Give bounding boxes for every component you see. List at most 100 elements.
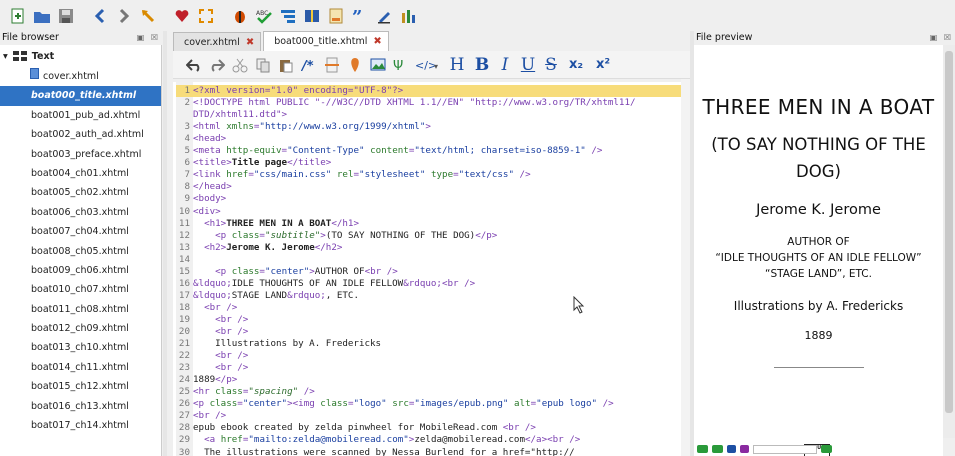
file-item[interactable]: cover.xhtml	[0, 67, 161, 86]
code-line[interactable]: 25 <hr class="spacing" />	[176, 386, 681, 398]
file-item[interactable]: boat000_title.xhtml	[0, 86, 161, 106]
tab-close-icon[interactable]: ✖	[373, 32, 381, 51]
code-line[interactable]: 23 <br />	[176, 362, 681, 374]
spellcheck-icon[interactable]: ABC	[254, 6, 274, 26]
code-line[interactable]: 24 1889</p>	[176, 374, 681, 386]
file-item[interactable]: boat009_ch06.xhtml	[0, 261, 161, 280]
panel-float-close-buttons[interactable]: ▣ ☒	[137, 31, 160, 45]
quote-icon[interactable]: ”	[350, 6, 370, 26]
copy-preview-icon[interactable]	[740, 445, 749, 453]
file-item[interactable]: boat013_ch10.xhtml	[0, 338, 161, 357]
save-icon[interactable]	[56, 6, 76, 26]
code-line[interactable]: 3 <html xmlns="http://www.w3.org/1999/xht…	[176, 121, 681, 133]
editor-tab[interactable]: boat000_title.xhtml ✖	[263, 31, 389, 51]
book-icon[interactable]	[302, 6, 322, 26]
file-item[interactable]: boat004_ch01.xhtml	[0, 164, 161, 183]
heart-icon[interactable]	[172, 6, 192, 26]
file-item[interactable]: boat008_ch05.xhtml	[0, 242, 161, 261]
code-line[interactable]: 8 </head>	[176, 181, 681, 193]
refresh-icon[interactable]	[697, 445, 708, 453]
code-line[interactable]: 19 <br />	[176, 314, 681, 326]
file-item[interactable]: boat002_auth_ad.xhtml	[0, 125, 161, 144]
zoom-icon[interactable]	[821, 445, 832, 453]
cut-icon[interactable]	[231, 56, 249, 74]
preview-scroll-thumb[interactable]	[945, 51, 953, 413]
undo-icon[interactable]	[185, 56, 203, 74]
open-folder-icon[interactable]	[32, 6, 52, 26]
code-line[interactable]: 13 <h2>Jerome K. Jerome</h2>	[176, 242, 681, 254]
preview-page[interactable]: THREE MEN IN A BOAT (TO SAY NOTHING OF T…	[694, 45, 943, 456]
marker-icon[interactable]	[346, 56, 364, 74]
focus-brackets-icon[interactable]	[196, 6, 216, 26]
file-item[interactable]: boat006_ch03.xhtml	[0, 203, 161, 222]
code-line[interactable]: 7 <link href="css/main.css" rel="styleshe…	[176, 169, 681, 181]
file-item[interactable]: boat007_ch04.xhtml	[0, 222, 161, 241]
editor-scrollbar[interactable]	[681, 79, 690, 456]
underline-button[interactable]: U	[519, 55, 537, 75]
code-line[interactable]: 1 <?xml version="1.0" encoding="UTF-8"?>	[176, 85, 681, 97]
toc-icon[interactable]	[278, 6, 298, 26]
code-view[interactable]: 1 <?xml version="1.0" encoding="UTF-8"?> 2…	[173, 82, 684, 456]
copy-icon[interactable]	[254, 56, 272, 74]
pen-icon[interactable]	[374, 6, 394, 26]
left-splitter[interactable]	[163, 31, 167, 456]
code-line[interactable]: 6 <title>Title page</title>	[176, 157, 681, 169]
back-arrow-icon[interactable]	[90, 6, 110, 26]
file-item[interactable]: boat003_preface.xhtml	[0, 145, 161, 164]
code-tag-icon[interactable]: </> ▾	[415, 56, 441, 74]
code-line[interactable]: 12 <p class="subtitle">(TO SAY NOTHING O…	[176, 230, 681, 242]
code-line[interactable]: 16 &ldquo;IDLE THOUGHTS OF AN IDLE FELLOW…	[176, 278, 681, 290]
subscript-button[interactable]: x₂	[565, 56, 587, 74]
code-line[interactable]: 21 Illustrations by A. Fredericks	[176, 338, 681, 350]
code-line[interactable]: 14	[176, 254, 681, 266]
file-item[interactable]: boat015_ch12.xhtml	[0, 377, 161, 396]
code-line[interactable]: 4 <head>	[176, 133, 681, 145]
italic-button[interactable]: I	[496, 55, 514, 75]
file-item[interactable]: boat017_ch14.xhtml	[0, 416, 161, 435]
strikethrough-button[interactable]: S	[542, 55, 560, 75]
new-file-icon[interactable]	[8, 6, 28, 26]
file-item[interactable]: boat010_ch07.xhtml	[0, 280, 161, 299]
code-line[interactable]: 30 The illustrations were scanned by Nes…	[176, 447, 681, 456]
code-line[interactable]: 10 <div>	[176, 206, 681, 218]
file-item[interactable]: boat012_ch09.xhtml	[0, 319, 161, 338]
code-line[interactable]: 26 <p class="center"><img class="logo" sr…	[176, 398, 681, 410]
file-item[interactable]: boat014_ch11.xhtml	[0, 358, 161, 377]
bug-icon[interactable]	[230, 6, 250, 26]
redo-icon[interactable]	[208, 56, 226, 74]
file-tree[interactable]: ▾ Text cover.xhtml boat000_title.xhtml boa…	[0, 45, 162, 456]
superscript-button[interactable]: x²	[592, 56, 614, 74]
code-line[interactable]: 18 <br />	[176, 302, 681, 314]
forward-arrow-icon[interactable]	[114, 6, 134, 26]
code-line[interactable]: 9 <body>	[176, 193, 681, 205]
code-line[interactable]: 5 <meta http-equiv="Content-Type" content…	[176, 145, 681, 157]
reports-icon[interactable]	[398, 6, 418, 26]
preview-float-close-buttons[interactable]: ▣ ☒	[930, 31, 953, 45]
file-item[interactable]: boat011_ch08.xhtml	[0, 300, 161, 319]
paste-icon[interactable]	[277, 56, 295, 74]
code-line[interactable]: 28 epub ebook created by zelda pinwheel f…	[176, 422, 681, 434]
code-line[interactable]: 27 <br />	[176, 410, 681, 422]
code-line[interactable]: 2 <!DOCTYPE html PUBLIC "-//W3C//DTD XHTM…	[176, 97, 681, 109]
code-line[interactable]: 22 <br />	[176, 350, 681, 362]
last-location-icon[interactable]	[138, 6, 158, 26]
play-icon[interactable]	[712, 445, 723, 453]
code-line[interactable]: 11 <h1>THREE MEN IN A BOAT</h1>	[176, 218, 681, 230]
insert-image-icon[interactable]	[369, 56, 387, 74]
inspect-icon[interactable]	[727, 445, 736, 453]
code-line[interactable]: 17 &ldquo;STAGE LAND&rdquo;, ETC.	[176, 290, 681, 302]
code-line[interactable]: DTD/xhtml11.dtd">	[176, 109, 681, 121]
bold-button[interactable]: B	[473, 55, 491, 75]
preview-scrollbar[interactable]	[943, 45, 955, 438]
preview-search-input[interactable]	[753, 445, 817, 454]
metadata-icon[interactable]	[326, 6, 346, 26]
file-item[interactable]: boat005_ch02.xhtml	[0, 183, 161, 202]
heading-dropdown[interactable]: H	[446, 55, 468, 75]
code-line[interactable]: 15 <p class="center">AUTHOR OF<br />	[176, 266, 681, 278]
comment-icon[interactable]: /*	[300, 56, 318, 74]
editor-tab[interactable]: cover.xhtml ✖	[173, 32, 262, 51]
file-item[interactable]: boat001_pub_ad.xhtml	[0, 106, 161, 125]
code-line[interactable]: 20 <br />	[176, 326, 681, 338]
tree-group-text[interactable]: ▾ Text	[0, 45, 161, 67]
file-item[interactable]: boat016_ch13.xhtml	[0, 397, 161, 416]
